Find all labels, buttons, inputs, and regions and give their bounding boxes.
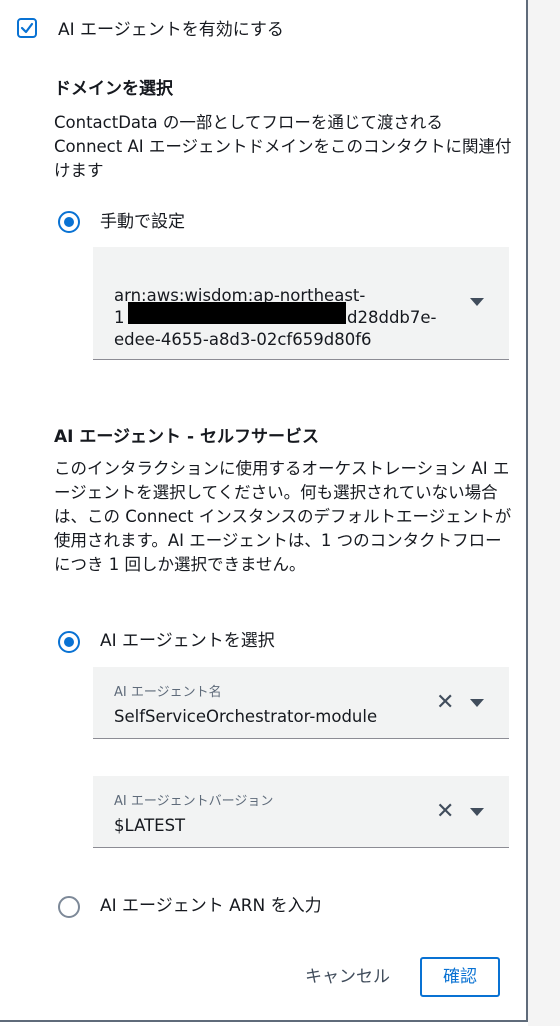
- manual-setting-radio[interactable]: [58, 211, 80, 233]
- agent-name-field-label: AI エージェント名: [114, 685, 222, 700]
- agent-name-value: SelfServiceOrchestrator-module: [114, 707, 378, 726]
- enable-ai-agent-checkbox[interactable]: [17, 18, 37, 38]
- select-agent-radio[interactable]: [58, 631, 80, 653]
- domain-value-line2-prefix: 1: [114, 308, 125, 327]
- agent-section-title: AI エージェント - セルフサービス: [54, 427, 319, 447]
- confirm-button[interactable]: 確認: [420, 957, 500, 997]
- chevron-down-icon[interactable]: [470, 808, 484, 816]
- redaction-bar: [128, 302, 346, 324]
- domain-section-title: ドメインを選択: [54, 79, 173, 99]
- agent-section-description: このインタラクションに使用するオーケストレーション AI エージェントを選択して…: [54, 459, 512, 574]
- clear-icon[interactable]: ✕: [436, 692, 454, 714]
- enter-arn-label[interactable]: AI エージェント ARN を入力: [100, 894, 322, 918]
- select-agent-label[interactable]: AI エージェントを選択: [100, 629, 275, 653]
- domain-value-line2-suffix: d28ddb7e-: [347, 308, 437, 327]
- chevron-down-icon[interactable]: [470, 298, 484, 306]
- enable-ai-agent-label[interactable]: AI エージェントを有効にする: [58, 18, 284, 42]
- manual-setting-label[interactable]: 手動で設定: [100, 210, 185, 234]
- agent-version-value: $LATEST: [114, 816, 186, 835]
- domain-value-line3: edee-4655-a8d3-02cf659d80f6: [114, 330, 372, 349]
- agent-version-field-label: AI エージェントバージョン: [114, 794, 274, 809]
- enter-arn-radio[interactable]: [58, 896, 80, 918]
- agent-version-select[interactable]: AI エージェントバージョン $LATEST ✕: [93, 776, 509, 848]
- checkmark-icon: [20, 22, 34, 34]
- clear-icon[interactable]: ✕: [436, 801, 454, 823]
- panel-border: [526, 0, 528, 1022]
- domain-section-description: ContactData の一部としてフローを通じて渡される Connect AI…: [54, 113, 512, 180]
- chevron-down-icon[interactable]: [470, 699, 484, 707]
- cancel-button[interactable]: キャンセル: [290, 960, 405, 994]
- panel-bottom-border: [0, 1020, 528, 1022]
- agent-name-select[interactable]: AI エージェント名 SelfServiceOrchestrator-modul…: [93, 667, 509, 739]
- background-strip: [528, 0, 560, 1026]
